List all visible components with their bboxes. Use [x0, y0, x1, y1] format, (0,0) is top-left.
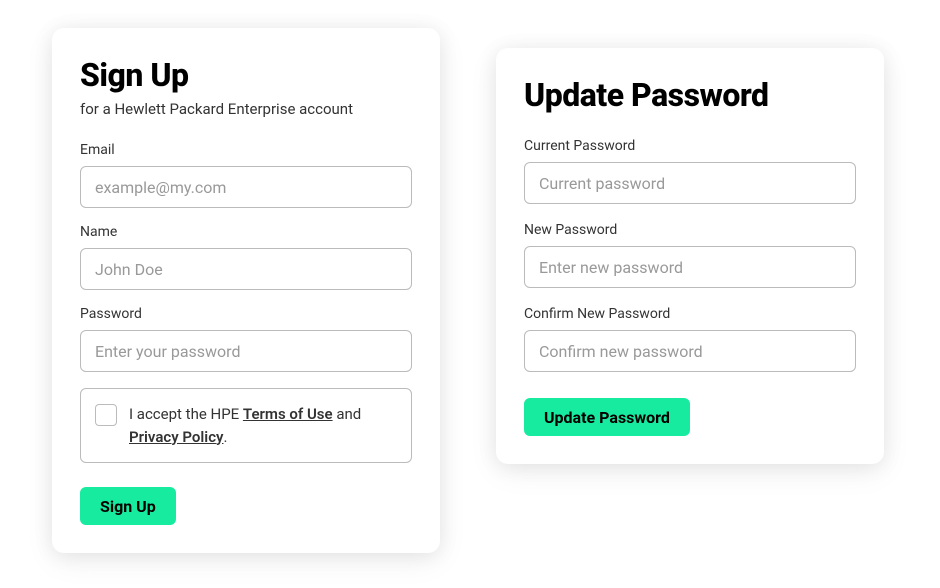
- password-group: Password: [80, 306, 412, 372]
- current-password-label: Current Password: [524, 138, 856, 154]
- update-button-wrap: Update Password: [524, 398, 856, 436]
- signup-button[interactable]: Sign Up: [80, 487, 176, 525]
- new-password-group: New Password: [524, 222, 856, 288]
- current-password-input[interactable]: [524, 162, 856, 204]
- signup-subtitle: for a Hewlett Packard Enterprise account: [80, 100, 412, 118]
- terms-link[interactable]: Terms of Use: [243, 405, 333, 423]
- new-password-label: New Password: [524, 222, 856, 238]
- privacy-link[interactable]: Privacy Policy: [129, 428, 223, 446]
- email-group: Email: [80, 142, 412, 208]
- current-password-group: Current Password: [524, 138, 856, 204]
- consent-suffix: .: [223, 428, 227, 446]
- email-input[interactable]: [80, 166, 412, 208]
- confirm-password-label: Confirm New Password: [524, 306, 856, 322]
- signup-card: Sign Up for a Hewlett Packard Enterprise…: [52, 28, 440, 553]
- password-label: Password: [80, 306, 412, 322]
- consent-text: I accept the HPE Terms of Use and Privac…: [129, 403, 397, 448]
- consent-checkbox[interactable]: [95, 404, 117, 426]
- signup-title: Sign Up: [80, 56, 412, 94]
- confirm-password-group: Confirm New Password: [524, 306, 856, 372]
- consent-box: I accept the HPE Terms of Use and Privac…: [80, 388, 412, 463]
- consent-mid: and: [333, 405, 362, 423]
- email-label: Email: [80, 142, 412, 158]
- new-password-input[interactable]: [524, 246, 856, 288]
- name-label: Name: [80, 224, 412, 240]
- update-password-button[interactable]: Update Password: [524, 398, 690, 436]
- name-input[interactable]: [80, 248, 412, 290]
- update-password-card: Update Password Current Password New Pas…: [496, 48, 884, 464]
- consent-prefix: I accept the HPE: [129, 405, 243, 423]
- name-group: Name: [80, 224, 412, 290]
- password-input[interactable]: [80, 330, 412, 372]
- confirm-password-input[interactable]: [524, 330, 856, 372]
- update-title: Update Password: [524, 76, 856, 114]
